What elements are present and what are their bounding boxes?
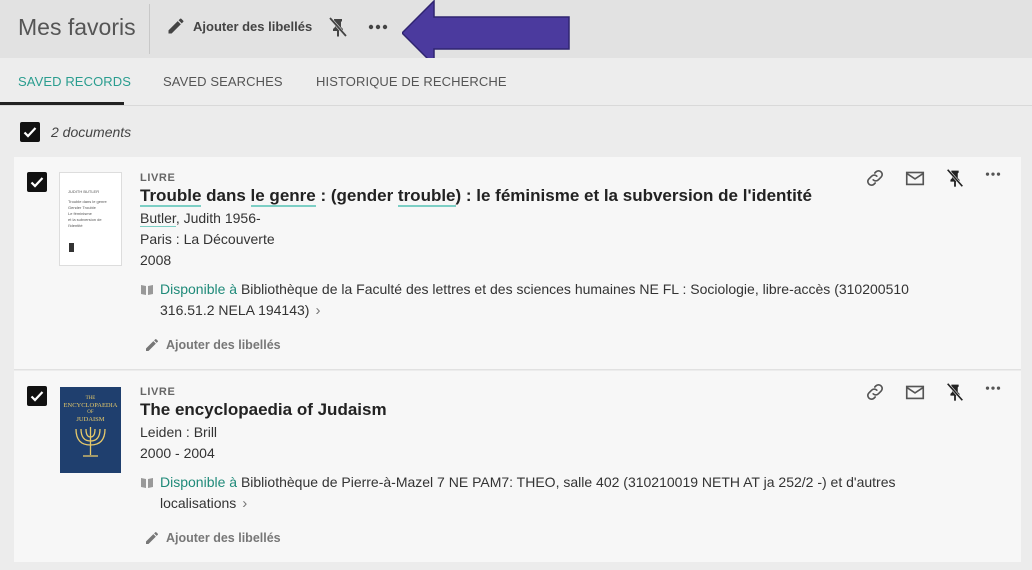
record-title[interactable]: Trouble dans le genre : (gender trouble)… [140, 186, 812, 207]
title-part: ) : le féminisme et la subversion de l'i… [455, 186, 812, 205]
top-bar: Mes favoris Ajouter des libellés [0, 0, 1032, 66]
unpin-icon[interactable] [944, 167, 966, 189]
availability-text: Disponible à Bibliothèque de Pierre-à-Ma… [160, 472, 895, 514]
tab-saved-records[interactable]: SAVED RECORDS [18, 74, 131, 89]
unpin-icon[interactable] [326, 15, 350, 39]
menorah-icon [75, 427, 106, 457]
record-date: 2000 - 2004 [140, 445, 215, 461]
cover-text: THE [85, 396, 96, 401]
title-part: dans [201, 186, 251, 205]
record-publisher: Paris : La Découverte [140, 231, 275, 247]
active-tab-indicator [0, 102, 124, 105]
tab-bar: SAVED RECORDS SAVED SEARCHES HISTORIQUE … [0, 58, 1032, 106]
cover-text: et la subversion de l'identité [68, 217, 102, 228]
record-title[interactable]: The encyclopaedia of Judaism [140, 400, 387, 420]
pencil-icon [146, 531, 159, 544]
more-options-icon[interactable] [982, 165, 1004, 187]
title-part: trouble [397, 186, 456, 207]
availability-location: Bibliothèque de la Faculté des lettres e… [237, 281, 909, 297]
author-dates: , Judith 1956- [175, 210, 261, 226]
add-labels-button[interactable]: Ajouter des libellés [144, 530, 281, 546]
record-date: 2008 [140, 252, 172, 268]
tab-saved-searches[interactable]: SAVED SEARCHES [163, 74, 283, 89]
book-cover[interactable]: JUDITH BUTLER Trouble dans le genre Gend… [60, 173, 121, 265]
more-options-icon[interactable] [982, 379, 1004, 401]
divider [149, 4, 150, 54]
record-publisher: Leiden : Brill [140, 424, 218, 440]
add-labels-button[interactable]: Ajouter des libellés [166, 14, 312, 38]
cover-text: ENCYCLOPAEDIA [63, 402, 118, 409]
email-icon[interactable] [904, 167, 926, 189]
cover-text: OF [87, 410, 94, 415]
record-checkbox[interactable] [27, 172, 47, 192]
document-count: 2 documents [51, 124, 132, 140]
book-open-icon [141, 478, 153, 488]
link-icon[interactable] [864, 381, 886, 403]
unpin-icon[interactable] [944, 381, 966, 403]
title-part: le genre [250, 186, 316, 207]
title-part: : (gender [315, 186, 398, 205]
page-title: Mes favoris [18, 14, 136, 40]
availability-location: Bibliothèque de Pierre-à-Mazel 7 NE PAM7… [237, 474, 896, 490]
record-type: LIVRE [140, 386, 176, 398]
cover-text: JUDAISM [76, 416, 105, 423]
chevron-right-icon: › [242, 495, 248, 512]
availability-text: Disponible à Bibliothèque de la Faculté … [160, 279, 909, 321]
more-options-icon[interactable] [365, 15, 391, 39]
checkmark-icon [30, 177, 44, 188]
book-open-icon [141, 285, 153, 295]
availability[interactable]: Disponible à Bibliothèque de la Faculté … [140, 279, 960, 323]
title-part: Trouble [140, 186, 202, 207]
pencil-icon [168, 18, 184, 34]
add-labels-label: Ajouter des libellés [166, 338, 281, 352]
link-icon[interactable] [864, 167, 886, 189]
record-checkbox[interactable] [27, 386, 47, 406]
add-labels-label: Ajouter des libellés [193, 18, 313, 34]
author-link[interactable]: Butler [140, 210, 176, 227]
chevron-right-icon: › [315, 302, 321, 319]
checkmark-icon [23, 127, 37, 138]
availability[interactable]: Disponible à Bibliothèque de Pierre-à-Ma… [140, 472, 960, 516]
record-card: THE ENCYCLOPAEDIA OF JUDAISM LIVRE The e… [14, 371, 1021, 562]
select-all-checkbox[interactable] [20, 122, 40, 142]
email-icon[interactable] [904, 381, 926, 403]
record-author: Butler, Judith 1956- [140, 210, 261, 227]
availability-status: Disponible à [160, 474, 238, 490]
availability-callnumber: 316.51.2 NELA 194143) [160, 302, 310, 318]
annotation-arrow [402, 0, 570, 66]
add-labels-label: Ajouter des libellés [166, 531, 281, 545]
add-labels-button[interactable]: Ajouter des libellés [144, 337, 281, 353]
availability-status: Disponible à [160, 281, 238, 297]
availability-more: localisations [160, 495, 237, 511]
record-type: LIVRE [140, 172, 176, 184]
checkmark-icon [30, 391, 44, 402]
tab-search-history[interactable]: HISTORIQUE DE RECHERCHE [316, 74, 507, 89]
book-cover[interactable]: THE ENCYCLOPAEDIA OF JUDAISM [60, 387, 121, 473]
publisher-logo [69, 243, 74, 252]
record-card: JUDITH BUTLER Trouble dans le genre Gend… [14, 157, 1021, 370]
pencil-icon [146, 338, 159, 351]
